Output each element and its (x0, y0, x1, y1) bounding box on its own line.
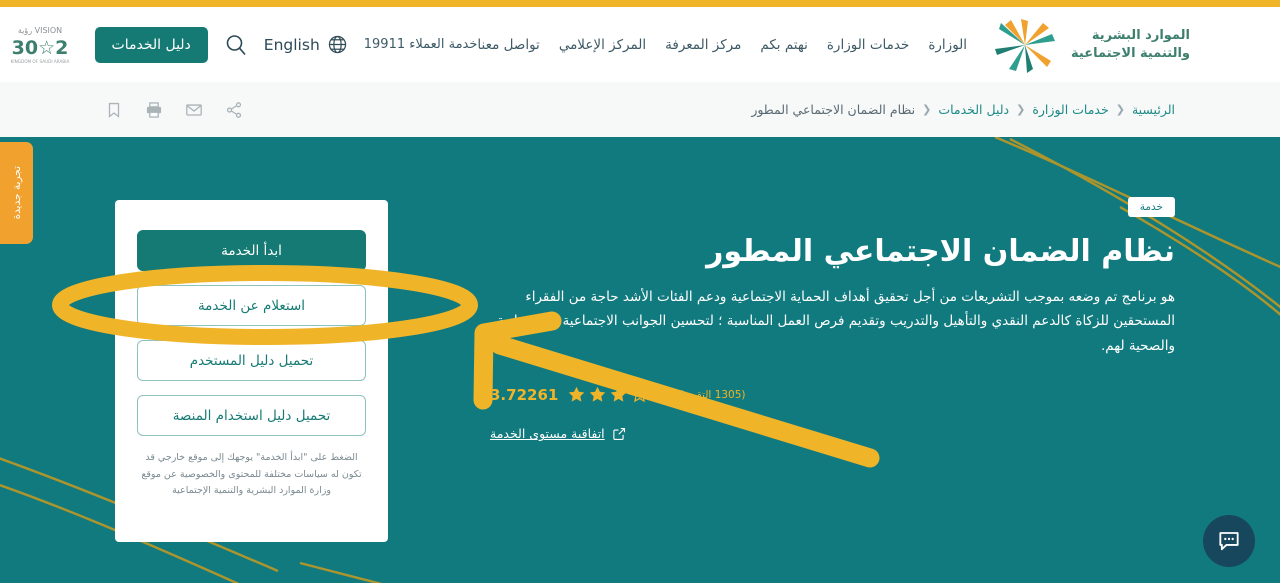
nav-item-knowledge-center[interactable]: مركز المعرفة (665, 37, 741, 53)
download-platform-guide-button[interactable]: تحميل دليل استخدام المنصة (137, 395, 366, 436)
star-filled-icon[interactable] (609, 385, 628, 404)
saudi-hrsd-logo-icon (995, 18, 1056, 73)
star-filled-icon[interactable] (588, 385, 607, 404)
star-empty-icon[interactable] (651, 385, 670, 404)
nav-item-media-center[interactable]: المركز الإعلامي (559, 37, 646, 53)
breadcrumb: الرئيسية ❮ خدمات الوزارة ❮ دليل الخدمات … (751, 102, 1175, 117)
rating-count: (1305 التقييم) (679, 388, 746, 401)
external-link-icon[interactable] (612, 427, 626, 441)
bookmark-icon[interactable] (105, 101, 123, 119)
rating-row: 3.72261 (1305 التقييم) (490, 385, 1175, 404)
brand-line-2: والتنمية الاجتماعية (1071, 45, 1190, 61)
service-description: هو برنامج تم وضعه بموجب التشريعات من أجل… (496, 288, 1175, 355)
page-tools (105, 101, 243, 119)
breadcrumb-item-current: نظام الضمان الاجتماعي المطور (751, 102, 916, 117)
breadcrumb-item-services-guide[interactable]: دليل الخدمات (938, 102, 1009, 117)
star-empty-icon[interactable] (630, 385, 649, 404)
rating-value: 3.72261 (490, 385, 559, 404)
chat-bubble-icon (1219, 532, 1239, 551)
breadcrumb-item-ministry-services[interactable]: خدمات الوزارة (1032, 102, 1108, 117)
breadcrumb-separator: ❮ (1016, 103, 1026, 116)
download-user-guide-button[interactable]: تحميل دليل المستخدم (137, 340, 366, 381)
service-inquiry-button[interactable]: استعلام عن الخدمة (137, 285, 366, 326)
breadcrumb-bar: الرئيسية ❮ خدمات الوزارة ❮ دليل الخدمات … (0, 82, 1280, 137)
main-nav: الوزارة خدمات الوزارة نهتم بكم مركز المع… (477, 37, 967, 53)
customer-service-number: خدمة العملاء 19911 (363, 37, 478, 52)
rating-stars[interactable] (567, 385, 670, 404)
brand-text: الموارد البشرية والتنمية الاجتماعية (1071, 27, 1190, 62)
header-utilities: خدمة العملاء 19911 English دليل الخدمات … (1, 21, 478, 69)
nav-item-ministry-services[interactable]: خدمات الوزارة (827, 37, 909, 53)
top-accent-bar (0, 0, 1280, 7)
new-experience-tab[interactable]: تجربة جديدة (0, 142, 33, 244)
search-icon-button[interactable] (224, 33, 248, 57)
language-toggle-label: English (263, 35, 320, 54)
brand-block[interactable]: الموارد البشرية والتنمية الاجتماعية (989, 16, 1190, 74)
email-icon[interactable] (185, 101, 203, 119)
service-action-card: ابدأ الخدمة استعلام عن الخدمة تحميل دليل… (115, 200, 388, 542)
new-experience-tab-label: تجربة جديدة (10, 166, 23, 220)
breadcrumb-item-home[interactable]: الرئيسية (1132, 102, 1175, 117)
chat-widget-button[interactable] (1203, 515, 1255, 567)
services-guide-button[interactable]: دليل الخدمات (94, 26, 208, 63)
share-icon[interactable] (225, 101, 243, 119)
globe-icon (328, 35, 346, 54)
page-title: نظام الضمان الاجتماعي المطور (706, 234, 1175, 269)
sla-link-row: اتفاقية مستوى الخدمة (490, 426, 1175, 441)
star-filled-icon[interactable] (567, 385, 586, 404)
svg-text:VISION رؤية: VISION رؤية (17, 26, 61, 35)
search-icon (226, 34, 246, 55)
nav-item-contact-us[interactable]: تواصل معنا (477, 37, 539, 53)
vision-2030-logo-icon: VISION رؤية 2☆30 KINGDOM OF SAUDI ARABIA (10, 26, 69, 64)
site-header: الموارد البشرية والتنمية الاجتماعية الوز… (0, 7, 1280, 82)
svg-text:2☆30: 2☆30 (11, 37, 68, 59)
start-service-button[interactable]: ابدأ الخدمة (137, 230, 366, 271)
brand-line-1: الموارد البشرية (1091, 27, 1190, 43)
service-badge: خدمة (1127, 197, 1175, 217)
hero-text-column: خدمة نظام الضمان الاجتماعي المطور هو برن… (490, 195, 1175, 441)
svg-text:KINGDOM OF SAUDI ARABIA: KINGDOM OF SAUDI ARABIA (10, 59, 69, 64)
print-icon[interactable] (145, 101, 163, 119)
breadcrumb-separator: ❮ (1115, 103, 1125, 116)
sla-link[interactable]: اتفاقية مستوى الخدمة (490, 426, 605, 441)
breadcrumb-separator: ❮ (922, 103, 932, 116)
nav-item-ministry[interactable]: الوزارة (928, 37, 967, 53)
language-toggle[interactable]: English (264, 34, 348, 55)
external-site-note: الضغط على "ابدأ الخدمة" يوجهك إلى موقع خ… (141, 452, 362, 497)
nav-item-we-care[interactable]: نهتم بكم (760, 37, 808, 53)
